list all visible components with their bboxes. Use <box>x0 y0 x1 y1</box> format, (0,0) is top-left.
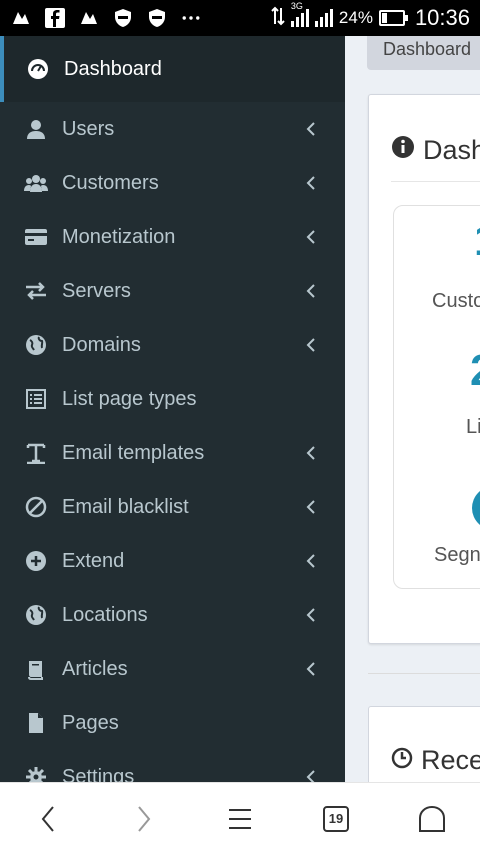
sidebar-item-extend[interactable]: Extend <box>0 534 345 588</box>
main-content: Dashboard Dash 1 Custo 2 Li Segn Rece <box>345 36 480 782</box>
browser-toolbar: 19 <box>0 782 480 854</box>
recent-title-text: Rece <box>421 745 480 775</box>
signal-icon <box>314 9 333 27</box>
text-height-icon <box>24 441 48 465</box>
info-icon <box>391 135 415 166</box>
home-button[interactable] <box>408 795 456 843</box>
stat-circle <box>472 486 480 530</box>
sidebar-item-label: Email templates <box>62 441 205 464</box>
notification-app-icon <box>10 7 32 29</box>
status-bar: 3G 24% 10:36 <box>0 0 480 36</box>
sidebar-item-label: Locations <box>62 603 148 626</box>
more-notifications-icon <box>180 7 202 29</box>
chevron-left-icon <box>303 499 319 515</box>
sidebar-item-email-blacklist[interactable]: Email blacklist <box>0 480 345 534</box>
users-group-icon <box>24 171 48 195</box>
section-divider <box>368 673 480 674</box>
recent-box: Rece <box>368 706 480 782</box>
chevron-left-icon <box>303 283 319 299</box>
dashboard-box: Dash 1 Custo 2 Li Segn <box>368 94 480 644</box>
user-icon <box>24 117 48 141</box>
file-icon <box>24 711 48 735</box>
exchange-icon <box>24 279 48 303</box>
chevron-left-icon <box>303 607 319 623</box>
sidebar-item-locations[interactable]: Locations <box>0 588 345 642</box>
plus-circle-icon <box>24 549 48 573</box>
chevron-left-icon <box>303 445 319 461</box>
stat-label: Li <box>466 416 480 438</box>
forward-button[interactable] <box>120 795 168 843</box>
sidebar-item-pages[interactable]: Pages <box>0 696 345 750</box>
data-transfer-icon <box>271 6 285 31</box>
gear-icon <box>24 765 48 782</box>
chevron-left-icon <box>303 661 319 677</box>
breadcrumb-item[interactable]: Dashboard <box>383 36 480 60</box>
menu-button[interactable] <box>216 795 264 843</box>
sidebar-item-label: Users <box>62 117 115 140</box>
box-title: Dash <box>391 135 480 166</box>
shield-icon <box>112 7 134 29</box>
book-icon <box>24 657 48 681</box>
stat-value: 1 <box>474 216 480 266</box>
battery-percent: 24% <box>338 8 373 27</box>
sidebar-item-label: Pages <box>62 711 119 734</box>
facebook-icon <box>44 7 66 29</box>
sidebar-item-label: Settings <box>62 765 135 783</box>
sidebar: Dashboard Users Customers Monetization Serve… <box>0 36 345 782</box>
signal-3g-icon: 3G <box>290 1 309 27</box>
sidebar-item-users[interactable]: Users <box>0 102 345 156</box>
sidebar-item-email-templates[interactable]: Email templates <box>0 426 345 480</box>
chevron-left-icon <box>303 553 319 569</box>
divider <box>391 181 480 182</box>
tab-count: 19 <box>323 805 349 832</box>
chevron-left-icon <box>303 337 319 353</box>
sidebar-item-label: Articles <box>62 657 128 680</box>
sidebar-item-label: Dashboard <box>64 57 162 80</box>
globe-icon <box>24 333 48 357</box>
battery-icon <box>378 10 408 26</box>
box-title-text: Dash <box>423 135 480 165</box>
tabs-button[interactable]: 19 <box>312 795 360 843</box>
sidebar-item-settings[interactable]: Settings <box>0 750 345 782</box>
dashboard-icon <box>26 57 50 81</box>
list-alt-icon <box>24 387 48 411</box>
sidebar-item-customers[interactable]: Customers <box>0 156 345 210</box>
chevron-left-icon <box>303 769 319 782</box>
sidebar-item-label: Servers <box>62 279 131 302</box>
sidebar-item-label: Email blacklist <box>62 495 189 518</box>
sidebar-item-label: Domains <box>62 333 141 356</box>
clock-icon <box>391 745 413 776</box>
stat-value: 2 <box>470 346 480 396</box>
sidebar-item-label: Customers <box>62 171 159 194</box>
stats-card: 1 Custo 2 Li Segn <box>393 205 480 589</box>
credit-card-icon <box>24 225 48 249</box>
recent-box-title: Rece <box>391 745 480 776</box>
chevron-left-icon <box>303 121 319 137</box>
sidebar-item-monetization[interactable]: Monetization <box>0 210 345 264</box>
chevron-left-icon <box>303 175 319 191</box>
sidebar-item-label: Extend <box>62 549 125 572</box>
sidebar-item-servers[interactable]: Servers <box>0 264 345 318</box>
sidebar-item-domains[interactable]: Domains <box>0 318 345 372</box>
breadcrumb[interactable]: Dashboard <box>367 36 480 70</box>
sidebar-item-label: List page types <box>62 387 197 410</box>
notification-app-icon-2 <box>78 7 100 29</box>
globe-icon <box>24 603 48 627</box>
stat-label: Segn <box>434 544 480 566</box>
sidebar-item-dashboard[interactable]: Dashboard <box>0 36 345 102</box>
sidebar-item-articles[interactable]: Articles <box>0 642 345 696</box>
shield-icon-2 <box>146 7 168 29</box>
sidebar-item-label: Monetization <box>62 225 176 248</box>
stat-label: Custo <box>432 290 480 312</box>
clock: 10:36 <box>414 5 470 30</box>
sidebar-item-list-page-types[interactable]: List page types <box>0 372 345 426</box>
chevron-left-icon <box>303 229 319 245</box>
ban-icon <box>24 495 48 519</box>
back-button[interactable] <box>24 795 72 843</box>
